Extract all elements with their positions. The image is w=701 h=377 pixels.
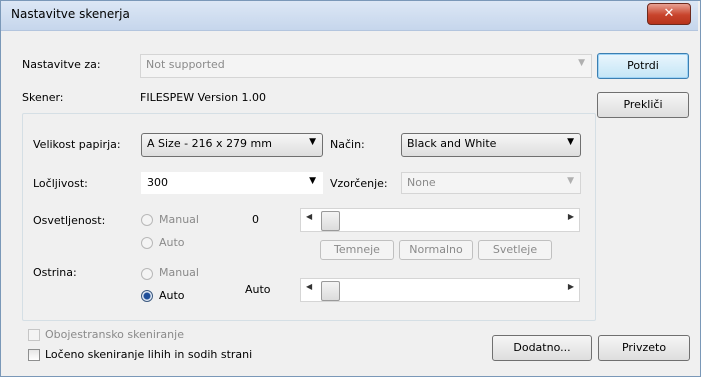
cancel-button[interactable]: Prekliči — [597, 92, 689, 118]
separate-odd-even-checkbox[interactable] — [28, 349, 40, 361]
brightness-slider-thumb[interactable] — [321, 211, 340, 231]
separate-odd-even-label: Ločeno skeniranje lihih in sodih strani — [45, 348, 253, 361]
brightness-value: 0 — [252, 213, 259, 226]
slider-right-icon: ▶ — [567, 282, 574, 291]
slider-right-icon: ▶ — [567, 212, 574, 221]
resolution-label: Ločljivost: — [33, 177, 88, 190]
resolution-select[interactable]: 300 ▼ — [141, 172, 323, 194]
sharpness-manual-label: Manual — [159, 266, 199, 279]
duplex-checkbox[interactable] — [28, 329, 40, 341]
settings-for-select[interactable]: Not supported ▼ — [140, 54, 592, 78]
scanner-value: FILESPEW Version 1.00 — [140, 91, 267, 104]
sharpness-value: Auto — [245, 283, 271, 296]
sharpness-auto-label: Auto — [159, 289, 185, 302]
normal-button[interactable]: Normalno — [399, 240, 473, 260]
paper-size-label: Velikost papirja: — [33, 138, 121, 151]
dropdown-arrow-icon: ▼ — [309, 137, 316, 147]
sampling-label: Vzorčenje: — [330, 177, 388, 190]
dropdown-arrow-icon: ▼ — [567, 137, 574, 147]
darker-button[interactable]: Temneje — [320, 240, 394, 260]
scanner-label: Skener: — [22, 91, 64, 104]
mode-select[interactable]: Black and White ▼ — [401, 133, 581, 157]
window-title: Nastavitve skenerja — [11, 7, 130, 21]
slider-left-icon: ◀ — [306, 282, 313, 291]
settings-for-value: Not supported — [146, 58, 225, 71]
mode-label: Način: — [330, 138, 365, 151]
brightness-auto-radio[interactable] — [141, 237, 153, 249]
lighter-button[interactable]: Svetleje — [478, 240, 552, 260]
close-button[interactable]: ✕ — [647, 3, 691, 25]
defaults-button[interactable]: Privzeto — [598, 335, 690, 361]
sampling-value: None — [407, 176, 436, 189]
additional-button[interactable]: Dodatno... — [492, 335, 592, 361]
brightness-manual-radio[interactable] — [141, 214, 153, 226]
sharpness-slider[interactable]: ◀ ▶ — [300, 278, 580, 302]
sampling-select[interactable]: None ▼ — [401, 172, 581, 194]
sharpness-slider-thumb[interactable] — [321, 281, 340, 301]
brightness-manual-label: Manual — [159, 213, 199, 226]
dropdown-arrow-icon: ▼ — [578, 58, 585, 68]
confirm-button[interactable]: Potrdi — [597, 53, 689, 79]
close-icon: ✕ — [663, 6, 675, 21]
sharpness-label: Ostrina: — [33, 266, 77, 279]
title-bar: Nastavitve skenerja — [1, 1, 698, 31]
slider-left-icon: ◀ — [306, 212, 313, 221]
settings-for-label: Nastavitve za: — [22, 58, 101, 71]
dropdown-arrow-icon: ▼ — [567, 176, 574, 186]
paper-size-value: A Size - 216 x 279 mm — [147, 137, 272, 150]
brightness-auto-label: Auto — [159, 236, 185, 249]
brightness-label: Osvetljenost: — [33, 214, 106, 227]
sharpness-manual-radio[interactable] — [141, 268, 153, 280]
sharpness-auto-radio[interactable] — [141, 290, 153, 302]
mode-value: Black and White — [407, 137, 497, 150]
dropdown-arrow-icon: ▼ — [309, 176, 316, 186]
brightness-slider[interactable]: ◀ ▶ — [300, 208, 580, 232]
paper-size-select[interactable]: A Size - 216 x 279 mm ▼ — [141, 133, 323, 157]
resolution-value: 300 — [147, 176, 168, 189]
duplex-label: Obojestransko skeniranje — [45, 328, 184, 341]
